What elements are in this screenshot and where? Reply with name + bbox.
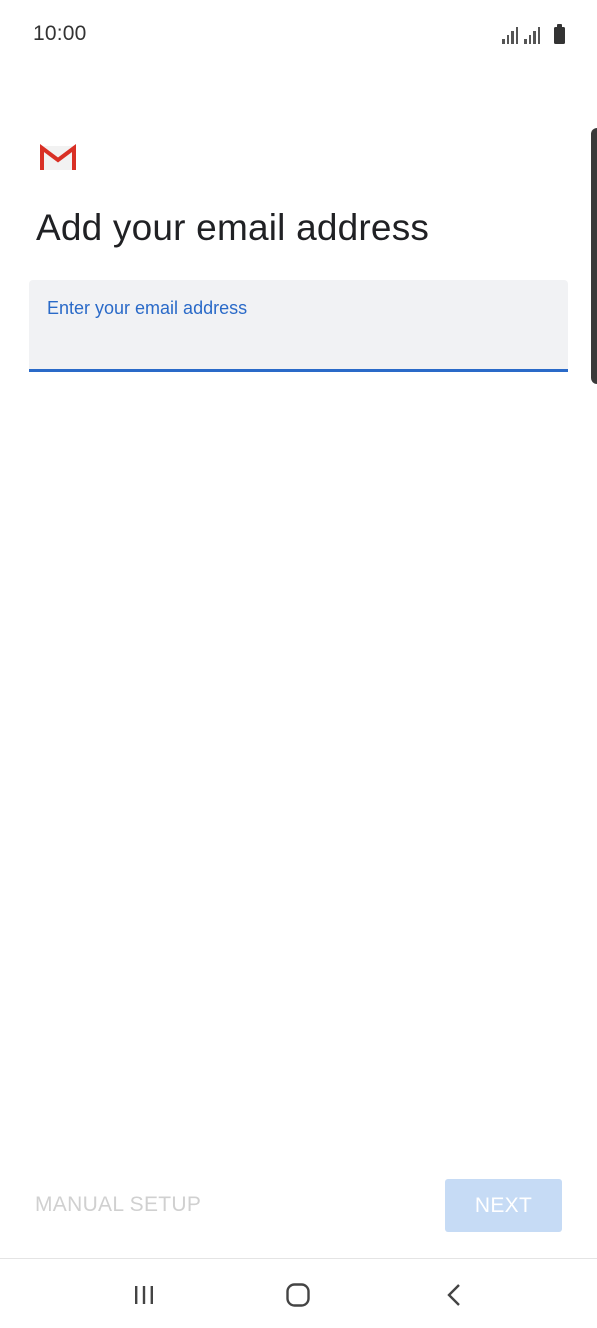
gmail-logo-icon [40, 144, 76, 170]
email-field[interactable]: Enter your email address [29, 280, 568, 372]
email-input[interactable] [47, 326, 547, 360]
recents-icon [135, 1286, 153, 1304]
screen: 10:00 Add your email address Enter your … [0, 0, 597, 1328]
home-icon [286, 1283, 310, 1307]
signal-2-icon [524, 26, 540, 44]
email-field-label: Enter your email address [47, 298, 248, 318]
home-button[interactable] [268, 1273, 328, 1317]
status-time: 10:00 [33, 22, 87, 45]
edge-panel-handle[interactable] [591, 128, 597, 384]
next-button[interactable]: NEXT [445, 1179, 562, 1232]
navigation-bar [0, 1259, 597, 1328]
recents-button[interactable] [114, 1273, 174, 1317]
back-button[interactable] [424, 1273, 484, 1317]
back-icon [447, 1284, 460, 1306]
manual-setup-button[interactable]: MANUAL SETUP [35, 1193, 201, 1217]
signal-1-icon [502, 26, 518, 44]
battery-icon [554, 24, 565, 44]
page-title: Add your email address [36, 207, 430, 248]
status-icons [502, 24, 565, 44]
status-bar: 10:00 [0, 0, 597, 68]
